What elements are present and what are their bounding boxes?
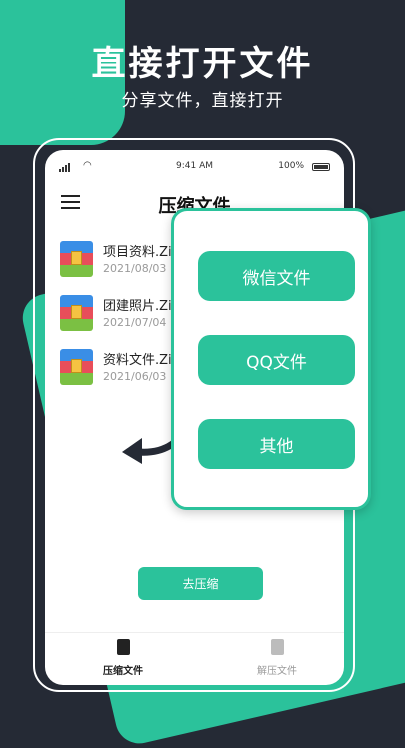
share-popup: 微信文件 QQ文件 其他 <box>171 208 371 510</box>
file-date: 2021/08/03 <box>103 262 167 275</box>
tab-decompress[interactable]: 解压文件 <box>227 639 327 678</box>
status-bar: ◠ 9:41 AM 100% <box>45 158 344 176</box>
qq-files-button[interactable]: QQ文件 <box>198 335 355 385</box>
promo-subheadline: 分享文件，直接打开 <box>121 91 284 111</box>
zip-archive-icon <box>60 349 93 385</box>
status-battery-text: 100% <box>278 161 304 171</box>
tab-compress[interactable]: 压缩文件 <box>73 639 173 678</box>
tab-compress-label: 压缩文件 <box>103 666 143 677</box>
other-files-button[interactable]: 其他 <box>198 419 355 469</box>
zip-archive-icon <box>60 241 93 277</box>
file-name: 项目资料.Zi <box>103 245 172 260</box>
file-name: 团建照片.Zi <box>103 299 172 314</box>
tab-decompress-label: 解压文件 <box>257 666 297 677</box>
zip-archive-icon <box>60 295 93 331</box>
file-date: 2021/07/04 <box>103 316 167 329</box>
compress-button[interactable]: 去压缩 <box>138 567 263 600</box>
file-name: 资料文件.Zi <box>103 353 172 368</box>
battery-icon <box>312 163 330 171</box>
promo-headline: 直接打开文件 <box>91 44 314 84</box>
wechat-files-button[interactable]: 微信文件 <box>198 251 355 301</box>
tab-bar: 压缩文件 解压文件 <box>45 632 344 685</box>
file-date: 2021/06/03 <box>103 370 167 383</box>
zipper-file-icon <box>116 639 130 655</box>
unzip-file-icon <box>270 639 284 655</box>
